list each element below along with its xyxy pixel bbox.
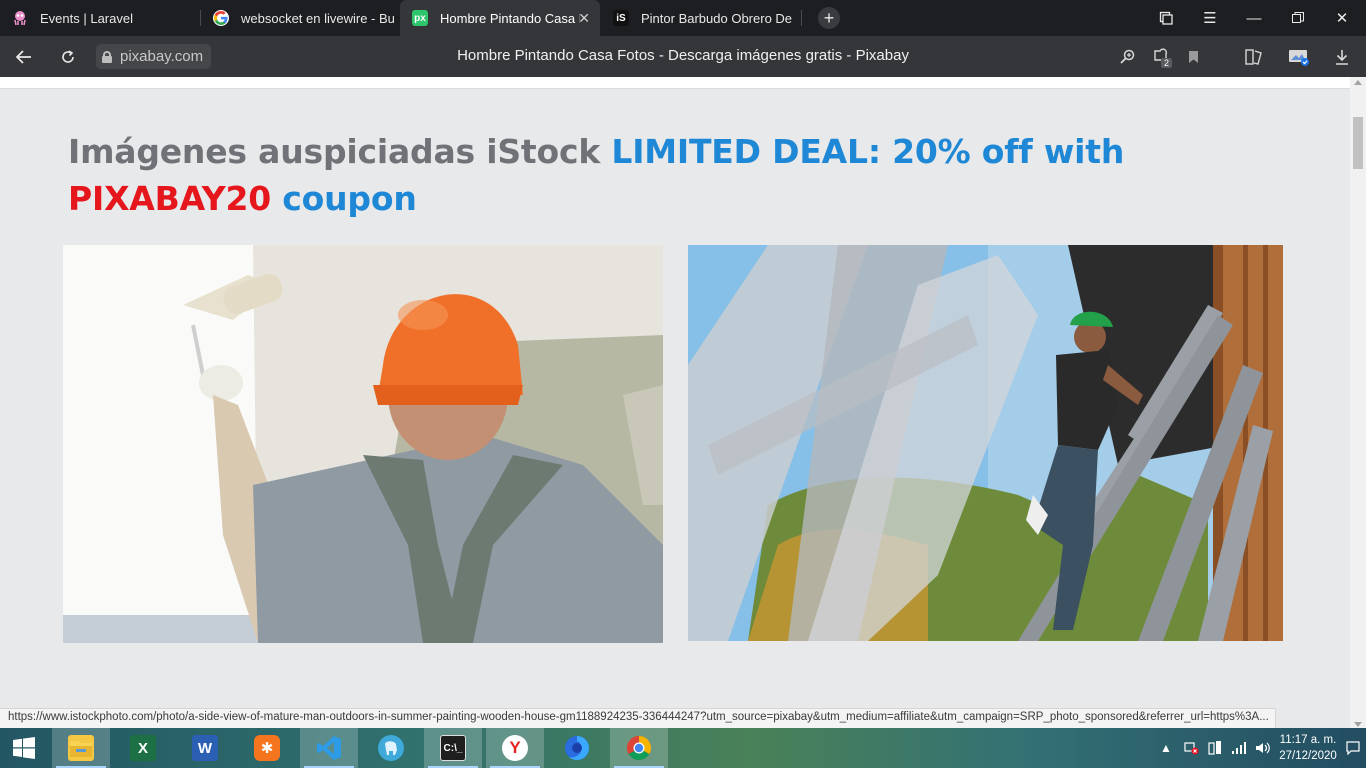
menu-icon[interactable]: ☰	[1188, 0, 1232, 36]
url-text: pixabay.com	[120, 48, 204, 65]
tab-pintor-barbudo[interactable]: iS Pintor Barbudo Obrero De	[601, 0, 801, 36]
network-warning-icon[interactable]	[1180, 728, 1202, 768]
minimize-window-icon[interactable]: —	[1232, 0, 1276, 36]
page-scrollbar[interactable]	[1350, 77, 1366, 731]
extensions-icon[interactable]: 2	[1145, 36, 1175, 77]
google-g-icon	[213, 10, 229, 26]
restore-window-icon[interactable]	[1276, 0, 1320, 36]
collections-icon[interactable]	[1239, 36, 1269, 77]
yandex-browser-icon[interactable]: Y	[486, 728, 544, 768]
extensions-badge: 2	[1160, 58, 1172, 68]
clock-date: 27/12/2020	[1279, 750, 1337, 762]
back-arrow-icon[interactable]	[6, 36, 42, 77]
battery-icon[interactable]	[1204, 728, 1226, 768]
tab-title: Hombre Pintando Casa F	[440, 10, 580, 26]
sponsored-images-heading: Imágenes auspiciadas iStock LIMITED DEAL…	[68, 128, 1268, 222]
lock-icon	[102, 50, 112, 63]
new-tab-button[interactable]: +	[818, 7, 840, 29]
tab-separator	[801, 10, 802, 26]
notifications-icon[interactable]	[1340, 728, 1366, 768]
pixabay-icon: px	[412, 10, 428, 26]
bookmark-icon[interactable]	[1178, 36, 1208, 77]
download-icon[interactable]	[1327, 36, 1357, 77]
sponsored-label: Imágenes auspiciadas iStock	[68, 132, 601, 171]
elephant-app-icon[interactable]	[362, 728, 420, 768]
link-status-bar: https://www.istockphoto.com/photo/a-side…	[0, 708, 1276, 728]
volume-icon[interactable]	[1252, 728, 1274, 768]
page-title: Hombre Pintando Casa Fotos - Descarga im…	[457, 47, 909, 64]
scroll-up-arrow-icon[interactable]	[1354, 80, 1362, 85]
tab-search-icon[interactable]	[1144, 0, 1188, 36]
sponsored-photo-ladder-painter[interactable]	[688, 245, 1283, 641]
show-hidden-icons-icon[interactable]: ▲	[1158, 728, 1174, 768]
tab-hombre-pintando-casa[interactable]: px Hombre Pintando Casa F ✕	[400, 0, 600, 36]
xampp-icon[interactable]: ✱	[238, 728, 296, 768]
word-icon[interactable]: W	[176, 728, 234, 768]
page-viewport: Imágenes auspiciadas iStock LIMITED DEAL…	[0, 77, 1350, 708]
close-window-icon[interactable]: ✕	[1320, 0, 1364, 36]
terminal-icon[interactable]: C:\_	[424, 728, 482, 768]
scroll-down-arrow-icon[interactable]	[1354, 722, 1362, 727]
reload-icon[interactable]	[50, 36, 86, 77]
header-strip	[0, 77, 1350, 89]
windows-start-icon[interactable]	[0, 728, 48, 768]
tab-title: Events | Laravel	[40, 10, 133, 26]
tab-title: websocket en livewire - Bu	[241, 10, 395, 26]
sponsored-photo-painter-hardhat[interactable]	[63, 245, 663, 643]
taskbar-clock[interactable]: 11:17 a. m. 27/12/2020	[1278, 732, 1338, 764]
coupon-code: PIXABAY20	[68, 179, 271, 218]
laravel-octopus-icon	[12, 10, 28, 26]
vscode-icon[interactable]	[300, 728, 358, 768]
chrome-icon[interactable]	[610, 728, 668, 768]
excel-icon[interactable]: X	[114, 728, 172, 768]
windows-taskbar: X W ✱ C:\_ Y ▲ 11:17 a. m. 27/12/2020	[0, 728, 1366, 768]
tab-title: Pintor Barbudo Obrero De	[641, 10, 793, 26]
istock-icon: iS	[613, 10, 629, 26]
clock-time: 11:17 a. m.	[1279, 734, 1337, 746]
tab-websocket-livewire[interactable]: websocket en livewire - Bu	[201, 0, 399, 36]
zoom-icon[interactable]	[1112, 36, 1142, 77]
firefox-icon[interactable]	[548, 728, 606, 768]
url-field[interactable]: pixabay.com	[96, 44, 212, 69]
browser-tab-strip: Events | Laravel websocket en livewire -…	[0, 0, 1366, 36]
close-tab-icon[interactable]: ✕	[578, 10, 590, 27]
file-explorer-icon[interactable]	[52, 728, 110, 768]
tab-events-laravel[interactable]: Events | Laravel	[0, 0, 200, 36]
wifi-signal-icon[interactable]	[1228, 728, 1250, 768]
profile-sync-icon[interactable]	[1284, 36, 1314, 77]
browser-address-bar: pixabay.com Hombre Pintando Casa Fotos -…	[0, 36, 1366, 77]
scrollbar-thumb[interactable]	[1353, 117, 1363, 169]
